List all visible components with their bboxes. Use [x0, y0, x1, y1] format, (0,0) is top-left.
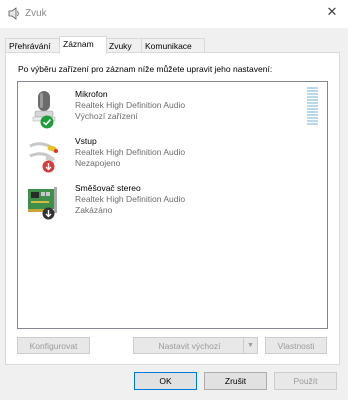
title-bar: Zvuk ✕ [0, 0, 348, 28]
device-item-line-in[interactable]: Vstup Realtek High Definition Audio Neza… [22, 134, 302, 178]
tab-recording[interactable]: Záznam [59, 36, 107, 54]
tab-playback[interactable]: Přehrávání [5, 38, 61, 53]
chevron-down-icon[interactable]: ▼ [243, 338, 257, 353]
ok-button[interactable]: OK [134, 372, 197, 390]
device-name: Mikrofon [75, 89, 108, 99]
check-badge-icon [40, 115, 54, 129]
device-item-microphone[interactable]: Mikrofon Realtek High Definition Audio V… [22, 87, 302, 131]
device-driver: Realtek High Definition Audio [75, 147, 186, 157]
device-status: Výchozí zařízení [75, 111, 138, 121]
configure-button[interactable]: Konfigurovat [17, 337, 90, 354]
device-item-stereo-mix[interactable]: Směšovač stereo Realtek High Definition … [22, 181, 302, 225]
close-icon[interactable]: ✕ [325, 5, 339, 19]
device-driver: Realtek High Definition Audio [75, 194, 186, 204]
device-list[interactable]: Mikrofon Realtek High Definition Audio V… [17, 81, 328, 329]
unplugged-badge-icon [42, 160, 55, 173]
set-default-split-button[interactable]: Nastavit výchozí ▼ [133, 337, 258, 354]
properties-button[interactable]: Vlastnosti [265, 337, 327, 354]
set-default-label: Nastavit výchozí [158, 341, 221, 351]
cancel-button[interactable]: Zrušit [204, 372, 267, 390]
window-title: Zvuk [25, 8, 47, 19]
device-driver: Realtek High Definition Audio [75, 100, 186, 110]
tab-sounds[interactable]: Zvuky [105, 38, 143, 53]
level-meter [307, 87, 318, 126]
device-name: Vstup [75, 136, 97, 146]
device-name: Směšovač stereo [75, 183, 141, 193]
device-status: Zakázáno [75, 205, 113, 215]
apply-button[interactable]: Použít [274, 372, 337, 390]
speaker-icon [8, 7, 19, 20]
tab-communications[interactable]: Komunikace [141, 38, 205, 53]
instruction-text: Po výběru zařízení pro záznam níže můžet… [18, 64, 273, 74]
device-status: Nezapojeno [75, 158, 121, 168]
recording-panel: Po výběru zařízení pro záznam níže můžet… [5, 52, 340, 365]
disabled-badge-icon [42, 207, 55, 220]
